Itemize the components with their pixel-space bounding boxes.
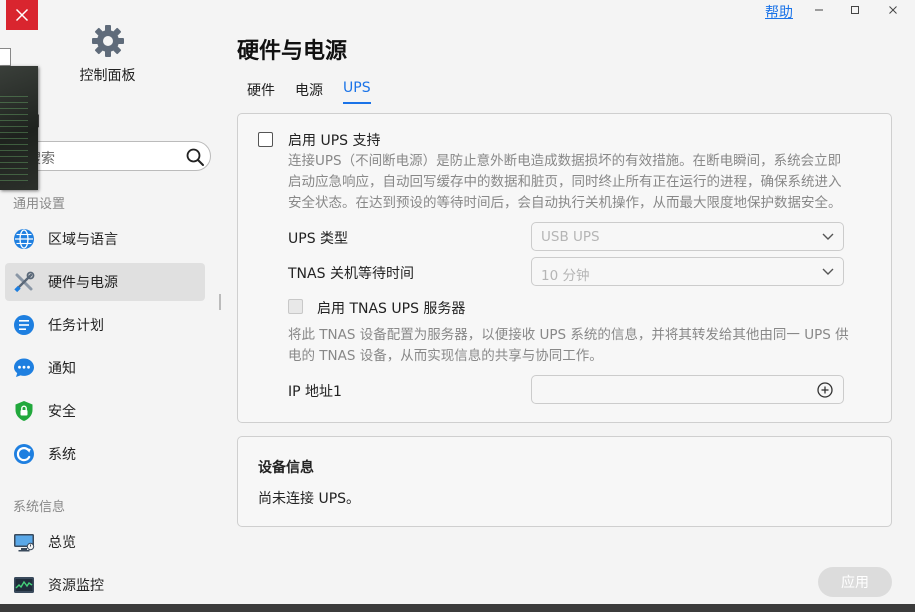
maximize-button[interactable] [843,1,867,19]
ups-type-value: USB UPS [541,229,600,245]
background-window-thumbnail [0,66,38,190]
shutdown-wait-value: 10 分钟 [541,268,590,284]
sidebar-item-region-language[interactable]: 区域与语言 [5,220,205,258]
close-icon [15,8,29,22]
sidebar-item-label: 任务计划 [48,318,104,334]
chat-bubble-icon [14,358,34,377]
tab-power[interactable]: 电源 [295,80,323,106]
tools-icon [14,271,35,293]
minimize-icon [815,9,823,11]
gear-icon [91,25,124,57]
overlay-close-button[interactable] [6,0,38,30]
tab-hardware[interactable]: 硬件 [247,80,275,106]
section-system-info: 系统信息 [13,500,66,515]
thumbnail-content [0,96,28,186]
sidebar-item-label: 硬件与电源 [48,275,118,291]
sidebar-item-label: 安全 [48,404,76,420]
ups-description-line: 启动应急响应，自动回写缓存中的数据和脏页，同时终止所有正在运行的进程，确保系统进… [288,174,842,190]
close-icon [889,6,897,14]
sidebar-item-hardware-power[interactable]: 硬件与电源 [5,263,205,301]
sidebar-resize-handle[interactable] [219,294,221,310]
chevron-down-icon [822,268,834,275]
page-title: 硬件与电源 [237,39,348,64]
app-title: 控制面板 [79,68,136,84]
sidebar-item-security[interactable]: 安全 [5,392,205,430]
desktop-taskbar-strip [0,604,915,612]
enable-ups-checkbox[interactable] [258,132,273,147]
control-panel-header: 控制面板 [60,24,155,85]
sidebar-item-resource-monitor[interactable]: 资源监控 [5,566,205,604]
enable-ups-server-checkbox[interactable] [288,299,303,314]
ups-server-description-line: 电的 TNAS 设备，从而实现信息的共享与协同工作。 [288,348,603,364]
maximize-icon [851,6,859,14]
globe-icon [14,229,34,249]
minimize-button[interactable] [807,1,831,19]
enable-ups-server-label: 启用 TNAS UPS 服务器 [317,301,466,317]
shield-icon [15,401,33,421]
enable-ups-label: 启用 UPS 支持 [288,133,381,149]
background-window-fragment [0,48,11,66]
sidebar-item-task-schedule[interactable]: 任务计划 [5,306,205,344]
device-info-card [237,436,892,527]
ups-description-line: 安全状态。在达到预设的等待时间后，会自动执行关机操作，从而最大限度地保护数据安全… [288,195,842,211]
device-info-text: 尚未连接 UPS。 [258,491,361,507]
shutdown-wait-select[interactable]: 10 分钟 [531,257,844,286]
search-input[interactable]: 搜索 [10,141,211,171]
device-info-title: 设备信息 [258,460,314,476]
system-icon [14,444,34,464]
task-list-icon [14,315,34,335]
close-button[interactable] [881,1,905,19]
ups-server-description-line: 将此 TNAS 设备配置为服务器，以便接收 UPS 系统的信息，并将其转发给其他… [288,327,849,343]
sidebar-item-system[interactable]: 系统 [5,435,205,473]
shutdown-wait-label: TNAS 关机等待时间 [288,266,414,282]
tab-ups[interactable]: UPS [343,80,371,104]
control-panel-window: 控制面板 返回 搜索 通用设置 区域与语言 [0,0,915,604]
sidebar-item-label: 通知 [48,361,76,377]
resource-monitor-icon [14,577,34,593]
chevron-down-icon [822,233,834,240]
sidebar-item-overview[interactable]: 总览 [5,523,205,561]
search-icon[interactable] [185,147,205,167]
sidebar-item-label: 系统 [48,447,76,463]
help-link[interactable]: 帮助 [765,2,793,22]
add-circle-icon[interactable] [817,382,833,398]
sidebar-item-label: 区域与语言 [48,232,118,248]
ups-type-label: UPS 类型 [288,231,349,247]
sidebar-item-label: 资源监控 [48,578,104,594]
apply-button[interactable]: 应用 [818,567,892,597]
ip-address-label: IP 地址1 [288,384,342,400]
ip-address-input[interactable] [531,375,844,404]
ups-description-line: 连接UPS（不间断电源）是防止意外断电造成数据损坏的有效措施。在断电瞬间，系统会… [288,153,842,169]
monitor-icon [14,534,35,552]
sidebar-item-notification[interactable]: 通知 [5,349,205,387]
sidebar-item-label: 总览 [48,535,76,551]
section-general-settings: 通用设置 [13,197,66,212]
ups-type-select[interactable]: USB UPS [531,222,844,251]
